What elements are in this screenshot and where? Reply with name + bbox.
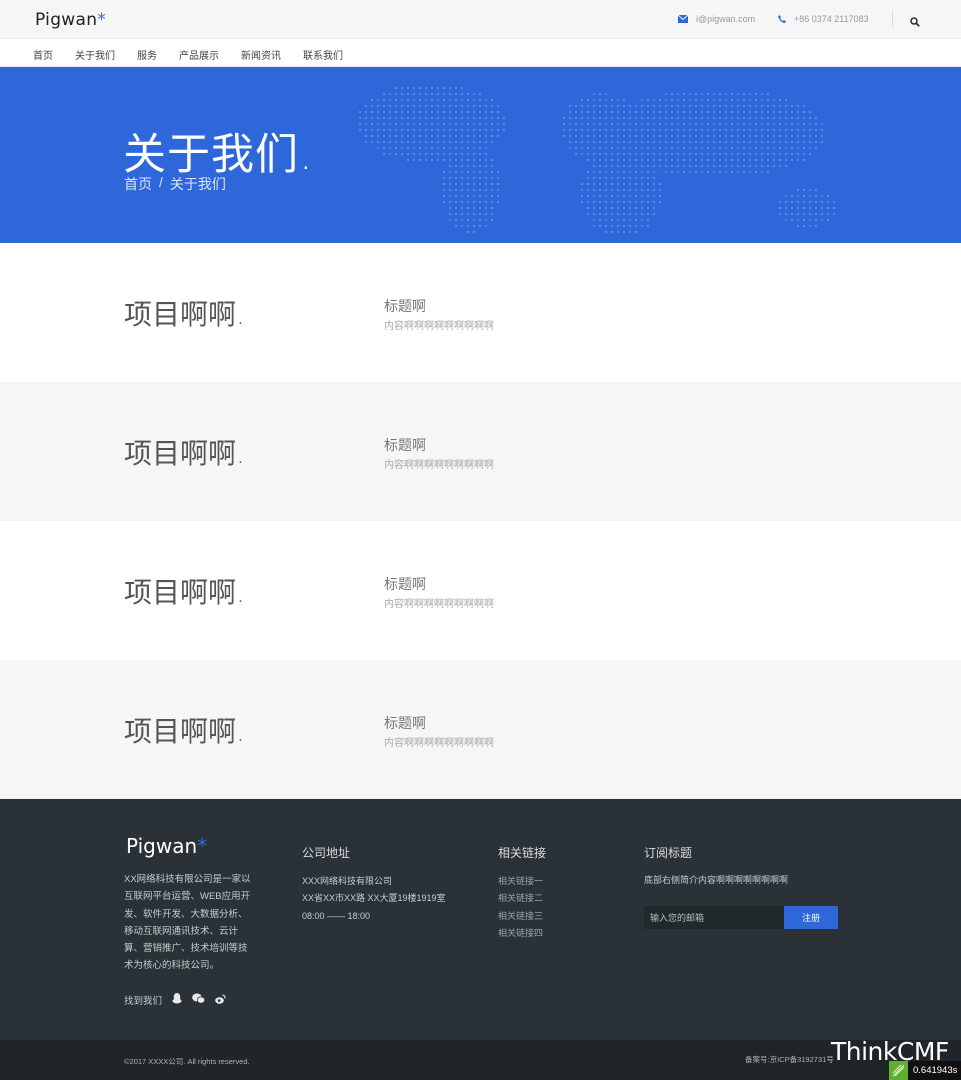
- qq-icon[interactable]: [172, 993, 182, 1007]
- footer-link[interactable]: 相关链接二: [498, 890, 543, 907]
- footer-logo[interactable]: Pigwan*: [126, 834, 207, 858]
- weibo-icon[interactable]: [215, 993, 226, 1007]
- nav-item-news[interactable]: 新闻资讯: [241, 47, 281, 62]
- subscribe-email-input[interactable]: [644, 906, 784, 929]
- wechat-icon[interactable]: [192, 993, 206, 1007]
- subscribe-text: 底部右侧简介内容啊啊啊啊啊啊啊啊: [644, 875, 789, 885]
- footer-link[interactable]: 相关链接三: [498, 908, 543, 925]
- nav-item-products[interactable]: 产品展示: [179, 47, 219, 62]
- project-text: 内容啊啊啊啊啊啊啊啊啊: [384, 321, 494, 332]
- email-text: i@pigwan.com: [696, 14, 756, 24]
- address-line: XXX网络科技有限公司: [302, 876, 393, 886]
- project-title: 标题啊: [384, 715, 426, 731]
- find-us-label: 找到我们: [124, 996, 163, 1007]
- copyright-text: ©2017 XXXX公司. All rights reserved.: [124, 1057, 250, 1066]
- footer-address: XXX网络科技有限公司 XX省XX市XX路 XX大厦19楼1919室 08:00…: [302, 873, 446, 925]
- project-heading: 项目啊啊.: [124, 437, 245, 470]
- site-footer: Pigwan* XX网络科技有限公司是一家以互联网平台运营、WEB应用开发、软件…: [0, 799, 961, 1040]
- search-icon: [910, 17, 920, 27]
- project-row: 项目啊啊. 标题啊 内容啊啊啊啊啊啊啊啊啊: [0, 660, 961, 799]
- register-button[interactable]: 注册: [784, 906, 838, 929]
- footer-links: 相关链接一 相关链接二 相关链接三 相关链接四: [498, 873, 543, 942]
- nav-item-contact[interactable]: 联系我们: [303, 47, 343, 62]
- footer-link[interactable]: 相关链接四: [498, 925, 543, 942]
- project-row: 项目啊啊. 标题啊 内容啊啊啊啊啊啊啊啊啊: [0, 521, 961, 660]
- project-text: 内容啊啊啊啊啊啊啊啊啊: [384, 460, 494, 471]
- nav-item-about[interactable]: 关于我们: [75, 47, 115, 62]
- contact-phone[interactable]: +86 0374 2117083: [778, 14, 869, 24]
- icp-number[interactable]: 备案号:京ICP备3192731号: [745, 1054, 834, 1065]
- contact-email[interactable]: i@pigwan.com: [678, 14, 755, 24]
- footer-logo-mark: *: [197, 834, 208, 858]
- project-row: 项目啊啊. 标题啊 内容啊啊啊啊啊啊啊啊啊: [0, 382, 961, 521]
- breadcrumb-separator: /: [159, 174, 163, 190]
- logo-text: Pigwan: [35, 10, 98, 30]
- footer-about: XX网络科技有限公司是一家以互联网平台运营、WEB应用开发、软件开发、大数据分析…: [124, 874, 251, 972]
- project-title: 标题啊: [384, 437, 426, 453]
- footer-link[interactable]: 相关链接一: [498, 873, 543, 890]
- phone-text: +86 0374 2117083: [794, 14, 869, 24]
- project-text: 内容啊啊啊啊啊啊啊啊啊: [384, 738, 494, 749]
- phone-icon: [778, 15, 786, 23]
- world-map-dots: [359, 87, 835, 233]
- address-line: 08:00 —— 18:00: [302, 910, 371, 921]
- thinkcmf-leaf-icon: [889, 1061, 908, 1080]
- project-title: 标题啊: [384, 576, 426, 592]
- address-line: XX省XX市XX路 XX大厦19楼1919室: [302, 893, 446, 904]
- envelope-icon: [678, 15, 688, 23]
- nav-item-services[interactable]: 服务: [137, 47, 157, 62]
- address-title: 公司地址: [302, 846, 351, 860]
- project-title: 标题啊: [384, 298, 426, 314]
- breadcrumb: 首页 / 关于我们: [124, 174, 226, 194]
- main-nav: 首页 关于我们 服务 产品展示 新闻资讯 联系我们: [0, 39, 961, 67]
- breadcrumb-home[interactable]: 首页: [124, 174, 152, 194]
- hero-banner: 关于我们. 首页 / 关于我们: [0, 67, 961, 243]
- subscribe-title: 订阅标题: [644, 846, 693, 860]
- top-bar: Pigwan* i@pigwan.com +86 0374 2117083: [0, 0, 961, 39]
- top-divider: [892, 10, 893, 28]
- bottom-bar: ©2017 XXXX公司. All rights reserved. 备案号:京…: [0, 1040, 961, 1080]
- debug-time: 0.641943s: [913, 1065, 958, 1076]
- footer-find-us: 找到我们: [124, 993, 226, 1007]
- project-heading: 项目啊啊.: [124, 715, 245, 748]
- project-heading: 项目啊啊.: [124, 298, 245, 331]
- links-title: 相关链接: [498, 846, 547, 860]
- social-links: [172, 993, 226, 1007]
- project-text: 内容啊啊啊啊啊啊啊啊啊: [384, 599, 494, 610]
- page-title: 关于我们.: [123, 130, 314, 180]
- project-row: 项目啊啊. 标题啊 内容啊啊啊啊啊啊啊啊啊: [0, 243, 961, 382]
- logo-mark: *: [97, 10, 107, 30]
- project-heading: 项目啊啊.: [124, 576, 245, 609]
- nav-item-home[interactable]: 首页: [33, 47, 53, 62]
- search-button[interactable]: [910, 14, 922, 27]
- debug-trace-badge[interactable]: 0.641943s: [889, 1061, 961, 1080]
- site-logo[interactable]: Pigwan*: [35, 10, 106, 30]
- breadcrumb-current: 关于我们: [169, 176, 226, 192]
- footer-logo-text: Pigwan: [126, 834, 198, 858]
